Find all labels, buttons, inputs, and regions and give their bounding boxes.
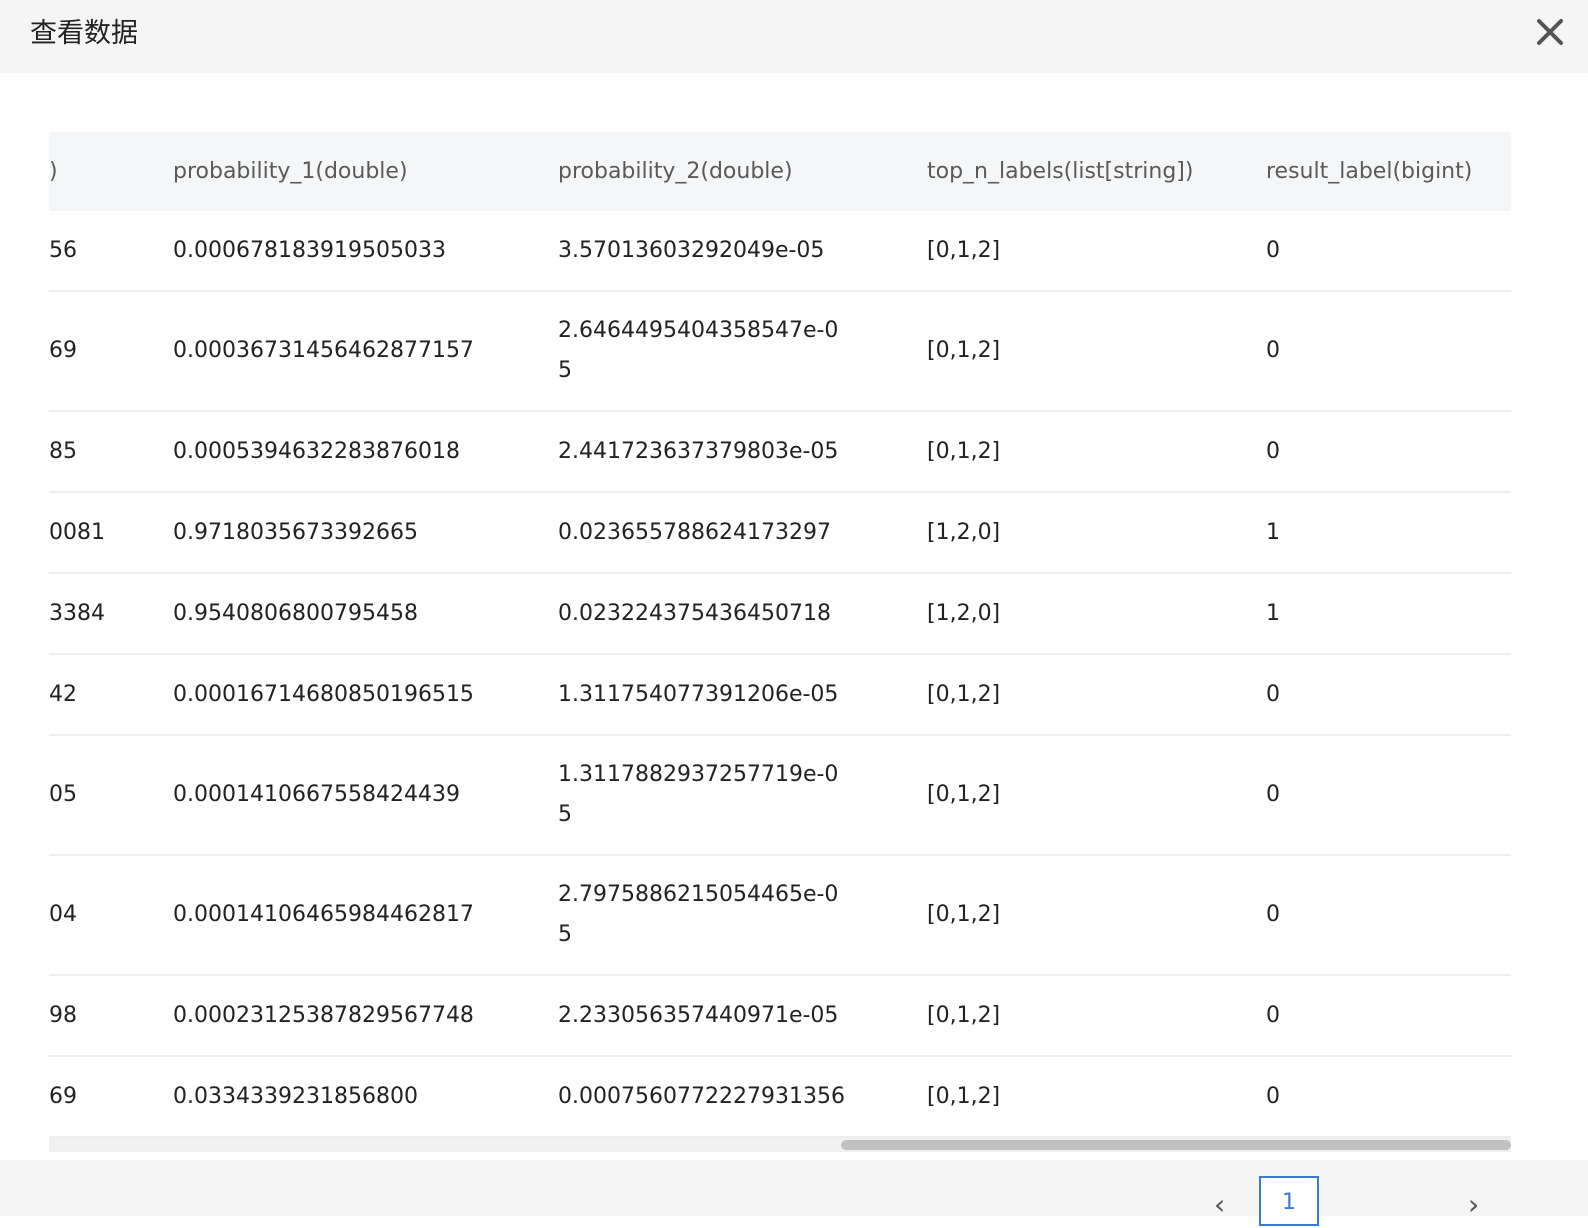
- table-cell: 69: [49, 291, 173, 412]
- table-cell-text: 2.441723637379803e-05: [558, 438, 839, 464]
- table-cell: 0: [1266, 855, 1511, 976]
- table-cell: 0.9540806800795458: [173, 573, 558, 655]
- table-cell-text: 3.57013603292049e-05: [558, 237, 825, 263]
- table-cell: 04: [49, 855, 173, 976]
- modal-title: 查看数据: [30, 18, 138, 49]
- page-button-current[interactable]: 1: [1259, 1176, 1319, 1226]
- table-cell: [1,2,0]: [927, 492, 1266, 574]
- table-cell: 0.0005394632283876018: [173, 411, 558, 493]
- table-row: 04 0.00014106465984462817 2.797588621505…: [49, 855, 1511, 976]
- table-cell-text: 0.023655788624173297: [558, 519, 831, 545]
- table-cell: 42: [49, 654, 173, 736]
- table-cell: [0,1,2]: [927, 855, 1266, 976]
- table-cell-text: 1.3117882937257719e-05: [558, 762, 839, 827]
- table-row: 98 0.00023125387829567748 2.233056357440…: [49, 975, 1511, 1057]
- table-cell: 69: [49, 1056, 173, 1138]
- table-cell: 0.00014106465984462817: [173, 855, 558, 976]
- table-cell: 0: [1266, 411, 1511, 493]
- data-table: ) probability_1(double) probability_2(do…: [49, 132, 1511, 1138]
- pagination: ‹ 1 ›: [0, 1160, 1588, 1226]
- table-row: 69 0.00036731456462877157 2.646449540435…: [49, 291, 1511, 412]
- table-cell: 1.311754077391206e-05: [558, 654, 927, 736]
- table-cell: [0,1,2]: [927, 1056, 1266, 1138]
- horizontal-scrollbar[interactable]: [49, 1138, 1511, 1152]
- table-row: 05 0.0001410667558424439 1.3117882937257…: [49, 735, 1511, 856]
- column-header: probability_1(double): [173, 132, 558, 211]
- column-header: result_label(bigint): [1266, 132, 1511, 211]
- table-cell: [0,1,2]: [927, 735, 1266, 856]
- table-cell-text: 2.233056357440971e-05: [558, 1002, 839, 1028]
- table-cell-text: 2.7975886215054465e-05: [558, 882, 839, 947]
- table-cell: 0: [1266, 975, 1511, 1057]
- table-cell: 0: [1266, 211, 1511, 292]
- table-cell: 1.3117882937257719e-05: [558, 735, 927, 856]
- table-cell: 0.023224375436450718: [558, 573, 927, 655]
- table-cell: [0,1,2]: [927, 291, 1266, 412]
- table-cell: 0.00016714680850196515: [173, 654, 558, 736]
- table-cell: 0.00075607722279313​56: [558, 1056, 927, 1138]
- table-cell-text: 0.00075607722279313​56: [558, 1083, 845, 1109]
- column-header: top_n_labels(list[string]): [927, 132, 1266, 211]
- table-cell-text: 0.023224375436450718: [558, 600, 831, 626]
- data-table-container: ) probability_1(double) probability_2(do…: [49, 132, 1511, 1138]
- scrollbar-thumb[interactable]: [841, 1140, 1511, 1150]
- table-cell: 0: [1266, 735, 1511, 856]
- table-cell: 85: [49, 411, 173, 493]
- table-cell: 0: [1266, 1056, 1511, 1138]
- table-cell: 2.441723637379803e-05: [558, 411, 927, 493]
- table-cell: 0.000678183919505033: [173, 211, 558, 292]
- table-cell: 0.023655788624173297: [558, 492, 927, 574]
- table-cell-text: 1.311754077391206e-05: [558, 681, 839, 707]
- table-cell-text: 2.6464495404358547e-05: [558, 318, 839, 383]
- table-row: 42 0.00016714680850196515 1.311754077391…: [49, 654, 1511, 736]
- table-cell: 2.7975886215054465e-05: [558, 855, 927, 976]
- table-cell: 56: [49, 211, 173, 292]
- table-cell: [0,1,2]: [927, 211, 1266, 292]
- table-cell: 0: [1266, 291, 1511, 412]
- column-header: probability_2(double): [558, 132, 927, 211]
- table-cell: [1,2,0]: [927, 573, 1266, 655]
- column-header: ): [49, 132, 173, 211]
- table-cell: 2.233056357440971e-05: [558, 975, 927, 1057]
- table-header-row: ) probability_1(double) probability_2(do…: [49, 132, 1511, 211]
- table-cell: 3384: [49, 573, 173, 655]
- table-row: 56 0.000678183919505033 3.57013603292049…: [49, 211, 1511, 292]
- table-cell: 2.6464495404358547e-05: [558, 291, 927, 412]
- table-cell: 0: [1266, 654, 1511, 736]
- table-row: 0081 0.9718035673392665 0.02365578862417…: [49, 492, 1511, 574]
- table-cell: 0.9718035673392665: [173, 492, 558, 574]
- table-cell: 1: [1266, 492, 1511, 574]
- table-cell: [0,1,2]: [927, 654, 1266, 736]
- table-cell: 0.0334339231856800: [173, 1056, 558, 1138]
- table-cell: 05: [49, 735, 173, 856]
- table-cell: 0.00023125387829567748: [173, 975, 558, 1057]
- table-cell: 1: [1266, 573, 1511, 655]
- table-row: 85 0.0005394632283876018 2.4417236373798…: [49, 411, 1511, 493]
- table-cell: [0,1,2]: [927, 975, 1266, 1057]
- close-icon[interactable]: [1532, 14, 1568, 50]
- table-cell: 98: [49, 975, 173, 1057]
- modal-header: 查看数据: [0, 0, 1588, 73]
- table-cell: 0.00036731456462877157: [173, 291, 558, 412]
- table-cell: 0.0001410667558424439: [173, 735, 558, 856]
- table-row: 3384 0.9540806800795458 0.02322437543645…: [49, 573, 1511, 655]
- close-button[interactable]: [1532, 14, 1568, 50]
- table-cell: 3.57013603292049e-05: [558, 211, 927, 292]
- table-row: 69 0.0334339231856800 0.0007560772227931…: [49, 1056, 1511, 1138]
- table-cell: [0,1,2]: [927, 411, 1266, 493]
- table-cell: 0081: [49, 492, 173, 574]
